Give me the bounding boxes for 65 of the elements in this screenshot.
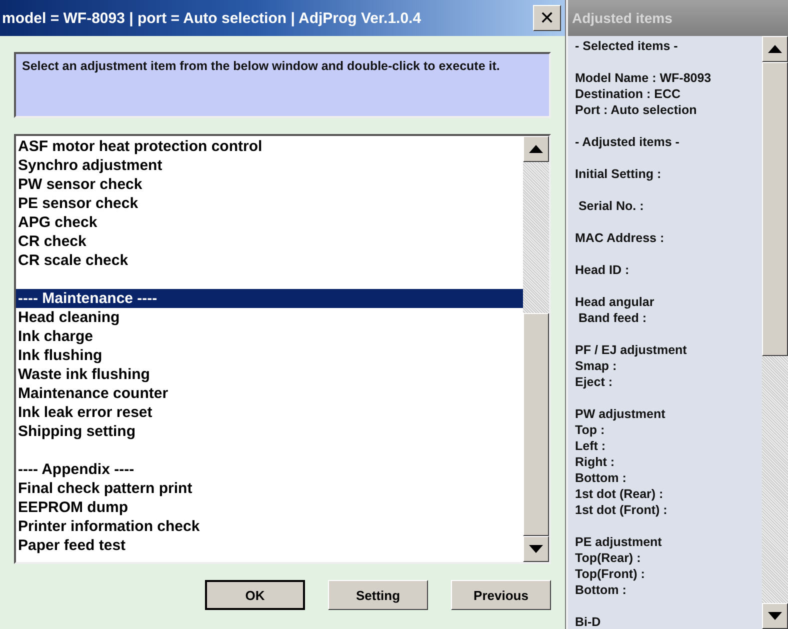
info-line: PW adjustment [575, 406, 666, 422]
scroll-down-button[interactable] [762, 603, 788, 629]
list-item[interactable]: ---- Appendix ---- [16, 460, 523, 479]
dialog-button[interactable]: Setting [328, 580, 428, 610]
list-item[interactable]: Maintenance counter [16, 384, 523, 403]
info-line: 1st dot (Rear) : [575, 486, 664, 502]
info-line: Port : Auto selection [575, 102, 698, 118]
info-line: Top : [575, 422, 606, 438]
scrollbar[interactable] [523, 136, 549, 562]
instruction-text: Select an adjustment item from the below window and double-click to execute it. [22, 59, 500, 73]
list-item[interactable]: CR scale check [16, 251, 523, 270]
down-arrow-icon [529, 545, 543, 553]
info-line: Destination : ECC [575, 86, 682, 102]
dialog-button[interactable]: OK [205, 580, 305, 610]
close-button[interactable]: ✕ [533, 5, 561, 31]
info-line: PF / EJ adjustment [575, 342, 688, 358]
list-item[interactable]: Ink charge [16, 327, 523, 346]
scroll-thumb[interactable] [523, 313, 549, 536]
list-item[interactable]: Ink leak error reset [16, 403, 523, 422]
list-item[interactable]: Waste ink flushing [16, 365, 523, 384]
list-item[interactable]: PE sensor check [16, 194, 523, 213]
panel-title: Adjusted items [572, 10, 672, 26]
up-arrow-icon [529, 145, 543, 153]
info-line: 1st dot (Front) : [575, 502, 668, 518]
list-item[interactable]: Printer information check [16, 517, 523, 536]
info-line: Model Name : WF-8093 [575, 70, 712, 86]
list-item[interactable]: Shipping setting [16, 422, 523, 441]
info-line: Bi-D [575, 614, 602, 629]
list-item[interactable]: EEPROM dump [16, 498, 523, 517]
dialog-button[interactable]: Previous [451, 580, 551, 610]
info-line: Bottom : [575, 582, 628, 598]
scroll-thumb[interactable] [762, 62, 788, 356]
list-item[interactable]: Ink flushing [16, 346, 523, 365]
list-item[interactable]: PW sensor check [16, 175, 523, 194]
down-arrow-icon [768, 612, 782, 620]
info-line: PE adjustment [575, 534, 663, 550]
info-line: Head ID : [575, 262, 630, 278]
info-line: - Selected items - [575, 38, 679, 54]
info-line: Top(Front) : [575, 566, 646, 582]
info-line: Band feed : [577, 310, 648, 326]
list-item[interactable]: ASF motor heat protection control [16, 137, 523, 156]
window-title: model = WF-8093 | port = Auto selection | AdjProg Ver.1.0.4 [2, 10, 422, 26]
info-line: Bottom : [575, 470, 628, 486]
info-line: Left : [575, 438, 607, 454]
list-item[interactable]: Synchro adjustment [16, 156, 523, 175]
info-line: MAC Address : [575, 230, 666, 246]
info-line: Serial No. : [577, 198, 645, 214]
list-item[interactable]: Paper feed test [16, 536, 523, 555]
list-item[interactable]: APG check [16, 213, 523, 232]
list-item[interactable]: Head cleaning [16, 308, 523, 327]
info-line: Right : [575, 454, 616, 470]
info-line: - Adjusted items - [575, 134, 680, 150]
scroll-up-button[interactable] [762, 36, 788, 62]
info-line: Top(Rear) : [575, 550, 642, 566]
list-item[interactable]: Final check pattern print [16, 479, 523, 498]
info-line: Eject : [575, 374, 614, 390]
info-line: Initial Setting : [575, 166, 662, 182]
info-line: Head angular [575, 294, 656, 310]
scrollbar[interactable] [762, 36, 788, 629]
info-line: Smap : [575, 358, 618, 374]
list-item[interactable]: CR check [16, 232, 523, 251]
scroll-down-button[interactable] [523, 536, 549, 562]
up-arrow-icon [768, 45, 782, 53]
list-item[interactable]: ---- Maintenance ---- [16, 289, 523, 308]
scroll-up-button[interactable] [523, 136, 549, 162]
